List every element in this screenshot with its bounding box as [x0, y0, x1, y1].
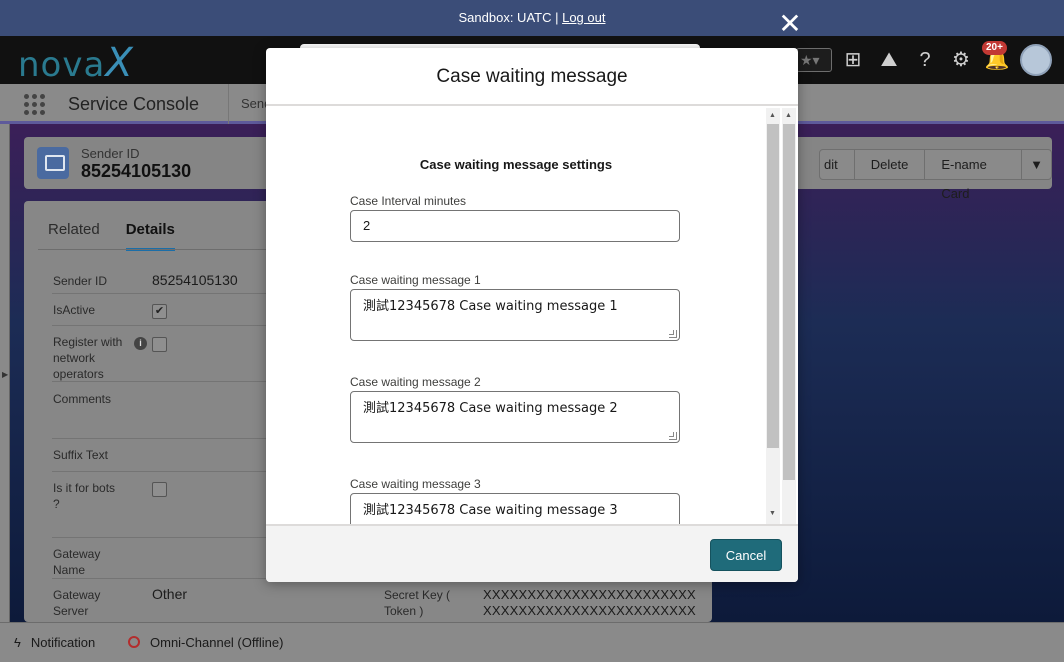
secret-key-value-line2: XXXXXXXXXXXXXXXXXXXXXXXX: [483, 603, 696, 618]
record-actions: dit Delete E-name Card ▼: [819, 149, 1052, 201]
header-icons: ⊞ ⛰ ? ⚙ 🔔 20+: [840, 41, 1052, 76]
chevron-right-icon: ▶: [2, 370, 9, 379]
notification-count-badge: 20+: [982, 41, 1007, 55]
help-icon[interactable]: ?: [912, 47, 938, 73]
resize-grip-icon[interactable]: [669, 432, 677, 440]
interval-label: Case Interval minutes: [350, 194, 467, 208]
favorites-button[interactable]: ★▾: [796, 48, 832, 72]
message-2-textarea[interactable]: 測試12345678 Case waiting message 2: [350, 391, 680, 443]
record-type-label: Sender ID: [81, 146, 140, 161]
utility-notification[interactable]: ϟ Notification: [14, 635, 95, 650]
register-checkbox: [152, 337, 167, 352]
outer-scroll-thumb[interactable]: [783, 124, 795, 480]
scroll-up-icon[interactable]: ▲: [769, 112, 776, 120]
scroll-up-icon[interactable]: ▲: [785, 112, 792, 120]
field-label: Register with network operators: [53, 335, 123, 381]
record-type-icon: [37, 147, 69, 179]
field-label: Suffix Text: [53, 448, 108, 462]
avatar[interactable]: [1020, 44, 1052, 76]
field-label: IsActive: [53, 303, 96, 317]
info-icon[interactable]: i: [134, 337, 147, 350]
inner-scroll-thumb[interactable]: [767, 124, 779, 448]
message-2-label: Case waiting message 2: [350, 375, 481, 389]
record-tabs: Related Details: [48, 221, 175, 251]
utility-omni-channel[interactable]: Omni-Channel (Offline): [128, 635, 283, 650]
section-title: Case waiting message settings: [419, 157, 613, 172]
tab-related[interactable]: Related: [48, 221, 100, 251]
modal-footer: Cancel: [266, 524, 798, 582]
field-suffix: Suffix Text: [52, 439, 292, 472]
logout-link[interactable]: Log out: [562, 10, 605, 25]
record-name: 85254105130: [81, 161, 192, 181]
secret-key-value-line1: XXXXXXXXXXXXXXXXXXXXXXXX: [483, 587, 696, 602]
interval-minutes-input[interactable]: 2: [350, 210, 680, 242]
inner-scrollbar[interactable]: ▲ ▼: [766, 108, 780, 524]
workspace-tab[interactable]: Send: [228, 84, 268, 124]
sandbox-label: Sandbox: UATC |: [458, 10, 563, 25]
app-name: Service Console: [68, 94, 200, 114]
delete-button[interactable]: Delete: [853, 149, 926, 180]
field-label: Comments: [53, 392, 112, 406]
field-comments: Comments: [52, 382, 292, 439]
field-sender-id: Sender ID 85254105130: [52, 271, 292, 294]
plus-icon[interactable]: ⊞: [840, 47, 866, 73]
message-1-label: Case waiting message 1: [350, 273, 481, 287]
sandbox-bar: Sandbox: UATC | Log out: [0, 0, 1064, 36]
field-gateway-server: Gateway Server Other: [52, 579, 292, 622]
utility-bar: ϟ Notification Omni-Channel (Offline): [0, 622, 1064, 662]
waffle-icon[interactable]: [24, 94, 46, 116]
field-label: Is it for bots ?: [53, 481, 116, 511]
field-bots: Is it for bots ?: [52, 472, 292, 538]
field-value: 85254105130: [152, 272, 238, 288]
split-view-toggle[interactable]: ▶: [0, 124, 10, 622]
edit-button[interactable]: dit: [819, 149, 855, 180]
scroll-down-icon[interactable]: ▼: [769, 510, 776, 518]
isactive-checkbox: ✔: [152, 304, 167, 319]
resize-grip-icon[interactable]: [669, 330, 677, 338]
lightning-icon: ϟ: [14, 635, 21, 650]
novax-logo: novaX: [18, 40, 134, 86]
close-icon[interactable]: ✕: [776, 10, 804, 38]
field-label: Gateway Server: [53, 588, 101, 618]
field-gateway-name: Gateway Name: [52, 538, 292, 579]
offline-status-icon: [128, 636, 140, 648]
trailhead-icon[interactable]: ⛰: [876, 47, 902, 73]
message-1-textarea[interactable]: 測試12345678 Case waiting message 1: [350, 289, 680, 341]
outer-scrollbar[interactable]: ▲: [782, 108, 796, 524]
modal-body: Case waiting message settings Case Inter…: [266, 108, 798, 524]
star-icon: ★▾: [800, 52, 820, 68]
more-actions-button[interactable]: ▼: [1021, 149, 1052, 180]
field-isactive: IsActive ✔: [52, 294, 292, 326]
bots-checkbox: [152, 482, 167, 497]
tab-details[interactable]: Details: [125, 221, 175, 251]
bell-icon[interactable]: 🔔 20+: [982, 41, 1010, 73]
ename-card-button[interactable]: E-name Card: [924, 149, 1023, 201]
chevron-down-icon: ▼: [1030, 157, 1043, 172]
field-register: Register with network operators i: [52, 326, 292, 382]
field-value: Other: [152, 586, 188, 602]
case-waiting-message-modal: Case waiting message Case waiting messag…: [266, 48, 798, 582]
message-3-textarea[interactable]: 測試12345678 Case waiting message 3: [350, 493, 680, 524]
message-3-label: Case waiting message 3: [350, 477, 481, 491]
cancel-button[interactable]: Cancel: [710, 539, 782, 571]
modal-title: Case waiting message: [266, 48, 798, 106]
gear-icon[interactable]: ⚙: [948, 47, 974, 73]
secret-key-label: Secret Key ( Token ): [384, 588, 451, 618]
field-label: Sender ID: [53, 274, 108, 288]
field-label: Gateway Name: [53, 547, 101, 577]
